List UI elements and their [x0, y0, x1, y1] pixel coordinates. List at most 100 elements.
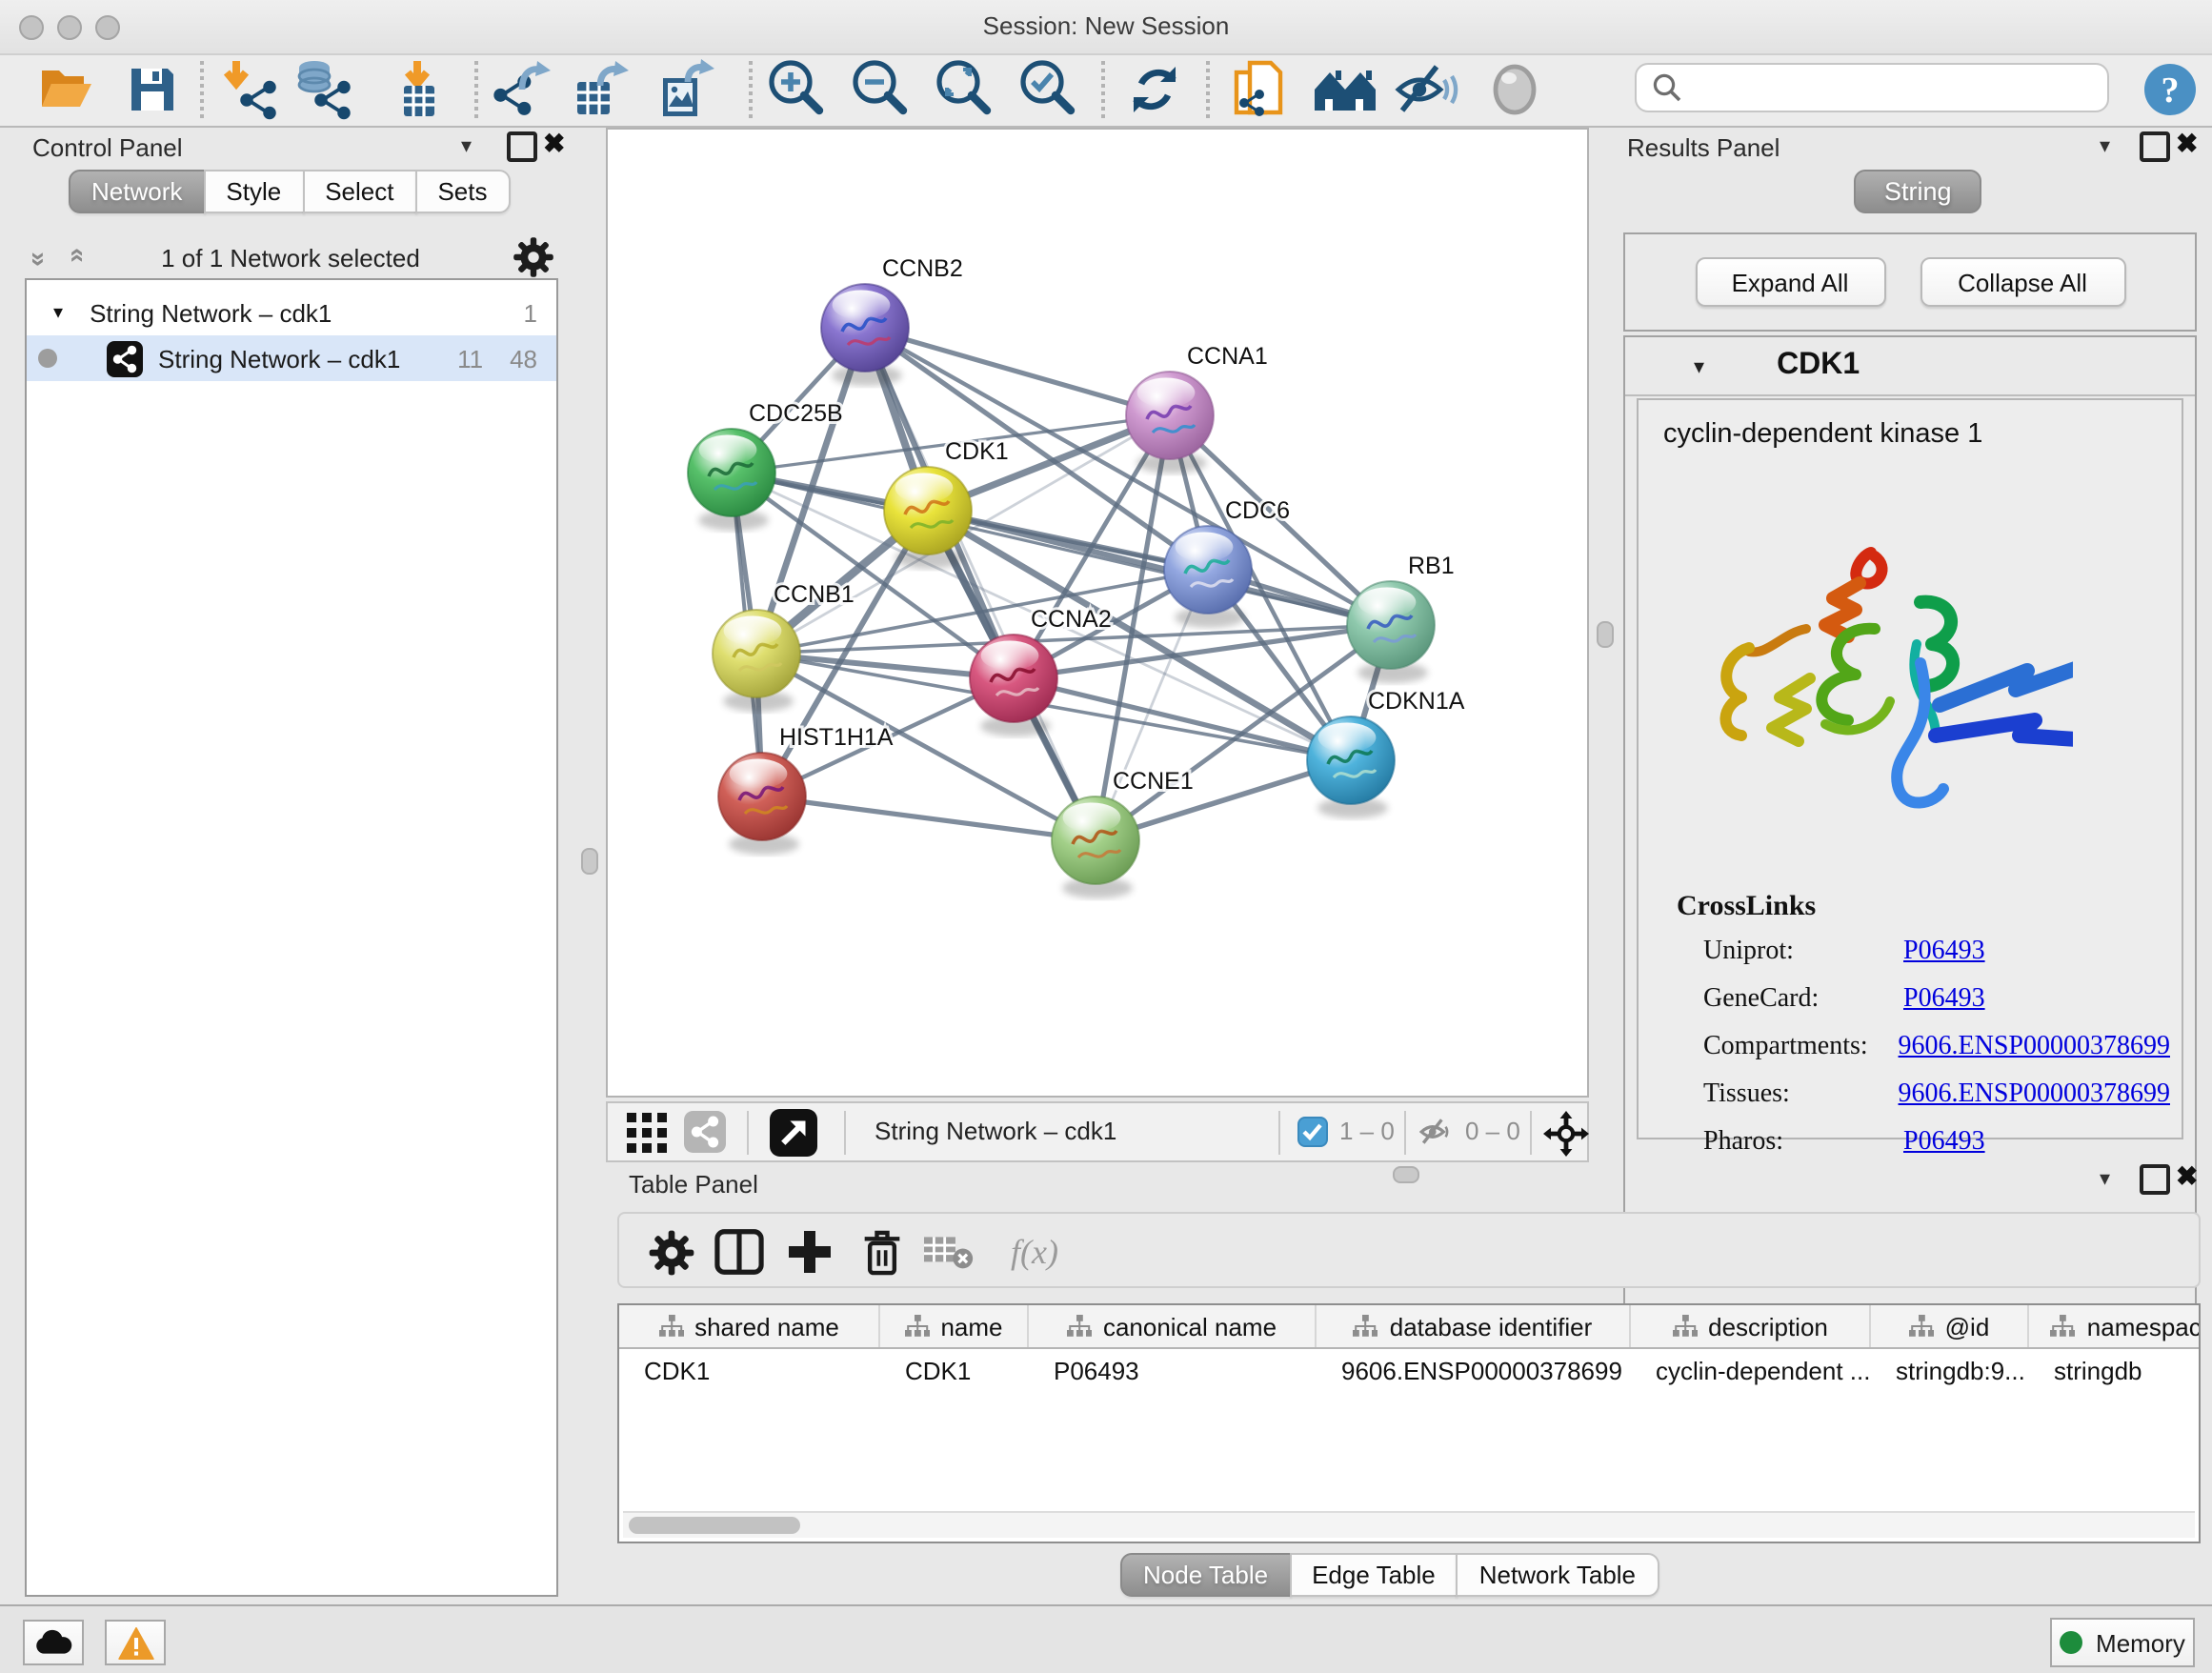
- show-columns-icon[interactable]: [707, 1223, 772, 1280]
- memory-button[interactable]: Memory: [2050, 1618, 2195, 1667]
- results-tab-string[interactable]: String: [1854, 170, 1982, 213]
- tab-select[interactable]: Select: [302, 170, 416, 213]
- crosslink-link[interactable]: 9606.ENSP00000378699: [1899, 1033, 2170, 1063]
- show-all-button[interactable]: [1478, 57, 1551, 122]
- column-hierarchy-icon: [904, 1315, 929, 1338]
- add-column-icon[interactable]: [777, 1223, 842, 1280]
- vertical-splitter-handle[interactable]: [1597, 621, 1614, 648]
- delete-column-icon[interactable]: [850, 1223, 915, 1280]
- toolbar-separator: [1404, 1111, 1406, 1155]
- import-network-file-button[interactable]: [213, 57, 286, 122]
- crosslink-link[interactable]: 9606.ENSP00000378699: [1899, 1080, 2170, 1111]
- copy-network-button[interactable]: [1225, 57, 1297, 122]
- column-header-name[interactable]: name: [880, 1305, 1029, 1347]
- selected-checkbox-icon[interactable]: [1297, 1117, 1328, 1157]
- column-header--id[interactable]: @id: [1871, 1305, 2029, 1347]
- network-row-selected[interactable]: String Network – cdk1 11 48: [27, 335, 556, 381]
- refresh-button[interactable]: [1118, 57, 1191, 122]
- network-canvas[interactable]: CCNB2CCNA1CDC25BCDK1CDC6RB1CCNB1CCNA2CDK…: [606, 128, 1589, 1098]
- help-button[interactable]: ?: [2134, 57, 2206, 122]
- control-panel-close-icon[interactable]: ✖: [543, 128, 565, 160]
- network-collection-row[interactable]: ▾ String Network – cdk1 1: [27, 290, 556, 335]
- tab-node-table[interactable]: Node Table: [1120, 1553, 1291, 1597]
- section-collapse-arrow-icon[interactable]: ▾: [1694, 353, 1704, 378]
- table-settings-gear-icon[interactable]: [638, 1223, 703, 1280]
- cell[interactable]: CDK1: [880, 1349, 1029, 1391]
- cell[interactable]: P06493: [1029, 1349, 1317, 1391]
- table-panel-float-icon[interactable]: [2140, 1164, 2170, 1195]
- expand-all-button[interactable]: Expand All: [1695, 257, 1885, 307]
- save-session-button[interactable]: [116, 57, 189, 122]
- crosslink-link[interactable]: P06493: [1903, 937, 1985, 968]
- warning-icon: [117, 1626, 153, 1659]
- node-label-RB1: RB1: [1408, 553, 1455, 579]
- column-header-database-identifier[interactable]: database identifier: [1317, 1305, 1631, 1347]
- results-panel-close-icon[interactable]: ✖: [2176, 128, 2198, 160]
- collapse-all-tree-icon[interactable]: »: [34, 242, 46, 276]
- node-table[interactable]: shared namenamecanonical namedatabase id…: [617, 1303, 2201, 1543]
- zoom-fit-button[interactable]: [928, 57, 1000, 122]
- export-network-button[interactable]: [486, 57, 558, 122]
- grid-view-icon[interactable]: [627, 1113, 667, 1162]
- export-image-button[interactable]: [652, 57, 724, 122]
- table-row[interactable]: CDK1CDK1P064939606.ENSP00000378699cyclin…: [619, 1349, 2199, 1391]
- birds-eye-view-icon[interactable]: [770, 1109, 817, 1166]
- cell[interactable]: CDK1: [619, 1349, 880, 1391]
- gene-section-header[interactable]: ▾ CDK1: [1625, 337, 2195, 396]
- open-folder-icon: [38, 63, 95, 116]
- tab-edge-table[interactable]: Edge Table: [1289, 1553, 1458, 1597]
- results-panel-menu-arrow-icon[interactable]: ▾: [2100, 133, 2110, 158]
- export-table-button[interactable]: [568, 57, 640, 122]
- database-import-icon: [293, 59, 354, 120]
- import-table-file-button[interactable]: [381, 57, 453, 122]
- string-network-graph[interactable]: CCNB2CCNA1CDC25BCDK1CDC6RB1CCNB1CCNA2CDK…: [608, 130, 1587, 1096]
- scrollbar-thumb[interactable]: [629, 1517, 800, 1534]
- tab-style[interactable]: Style: [203, 170, 304, 213]
- home-button[interactable]: [1309, 57, 1381, 122]
- column-header-namespace[interactable]: namespace: [2029, 1305, 2201, 1347]
- column-hierarchy-icon: [1354, 1315, 1378, 1338]
- column-header-shared-name[interactable]: shared name: [619, 1305, 880, 1347]
- zoom-selected-button[interactable]: [1012, 57, 1084, 122]
- column-header-canonical-name[interactable]: canonical name: [1029, 1305, 1317, 1347]
- crosslink-link[interactable]: P06493: [1903, 985, 1985, 1016]
- tab-sets[interactable]: Sets: [414, 170, 510, 213]
- control-panel-menu-arrow-icon[interactable]: ▾: [461, 133, 472, 158]
- search-input[interactable]: [1635, 63, 2109, 112]
- control-panel-float-icon[interactable]: [507, 131, 537, 162]
- tree-expand-arrow-icon[interactable]: ▾: [53, 302, 63, 323]
- cell[interactable]: stringdb: [2029, 1349, 2201, 1391]
- results-button-bar: Expand All Collapse All: [1623, 232, 2197, 332]
- crosslink-link[interactable]: P06493: [1903, 1128, 1985, 1159]
- import-network-database-button[interactable]: [288, 57, 360, 122]
- column-header-description[interactable]: description: [1631, 1305, 1871, 1347]
- cell[interactable]: 9606.ENSP00000378699: [1317, 1349, 1631, 1391]
- crosslink-label: Compartments:: [1703, 1033, 1899, 1063]
- expand-all-tree-icon[interactable]: »: [69, 242, 80, 276]
- network-share-view-icon[interactable]: [684, 1111, 726, 1162]
- network-edge[interactable]: [865, 328, 1170, 415]
- table-horizontal-scrollbar[interactable]: [623, 1511, 2195, 1538]
- table-panel-close-icon[interactable]: ✖: [2176, 1160, 2198, 1193]
- tab-network[interactable]: Network: [69, 170, 205, 213]
- table-panel-menu-arrow-icon[interactable]: ▾: [2100, 1166, 2110, 1191]
- network-edge[interactable]: [762, 796, 1096, 840]
- cell[interactable]: cyclin-dependent ...: [1631, 1349, 1871, 1391]
- hide-selected-button[interactable]: [1391, 57, 1463, 122]
- cell[interactable]: stringdb:9...: [1871, 1349, 2029, 1391]
- zoom-in-button[interactable]: [760, 57, 833, 122]
- zoom-out-button[interactable]: [844, 57, 916, 122]
- pan-crosshair-icon[interactable]: [1543, 1111, 1589, 1166]
- results-panel-float-icon[interactable]: [2140, 131, 2170, 162]
- tab-network-table[interactable]: Network Table: [1457, 1553, 1659, 1597]
- open-session-button[interactable]: [30, 57, 103, 122]
- network-edge[interactable]: [865, 328, 1096, 840]
- node-label-CDC6: CDC6: [1225, 497, 1290, 524]
- cloud-button[interactable]: [23, 1620, 84, 1665]
- function-builder-button: f(x): [993, 1223, 1076, 1280]
- vertical-splitter-handle[interactable]: [581, 848, 598, 875]
- horizontal-splitter-handle[interactable]: [1393, 1166, 1419, 1183]
- results-panel-title: Results Panel: [1627, 133, 1780, 162]
- warnings-button[interactable]: [105, 1620, 166, 1665]
- collapse-all-button[interactable]: Collapse All: [1920, 257, 2125, 307]
